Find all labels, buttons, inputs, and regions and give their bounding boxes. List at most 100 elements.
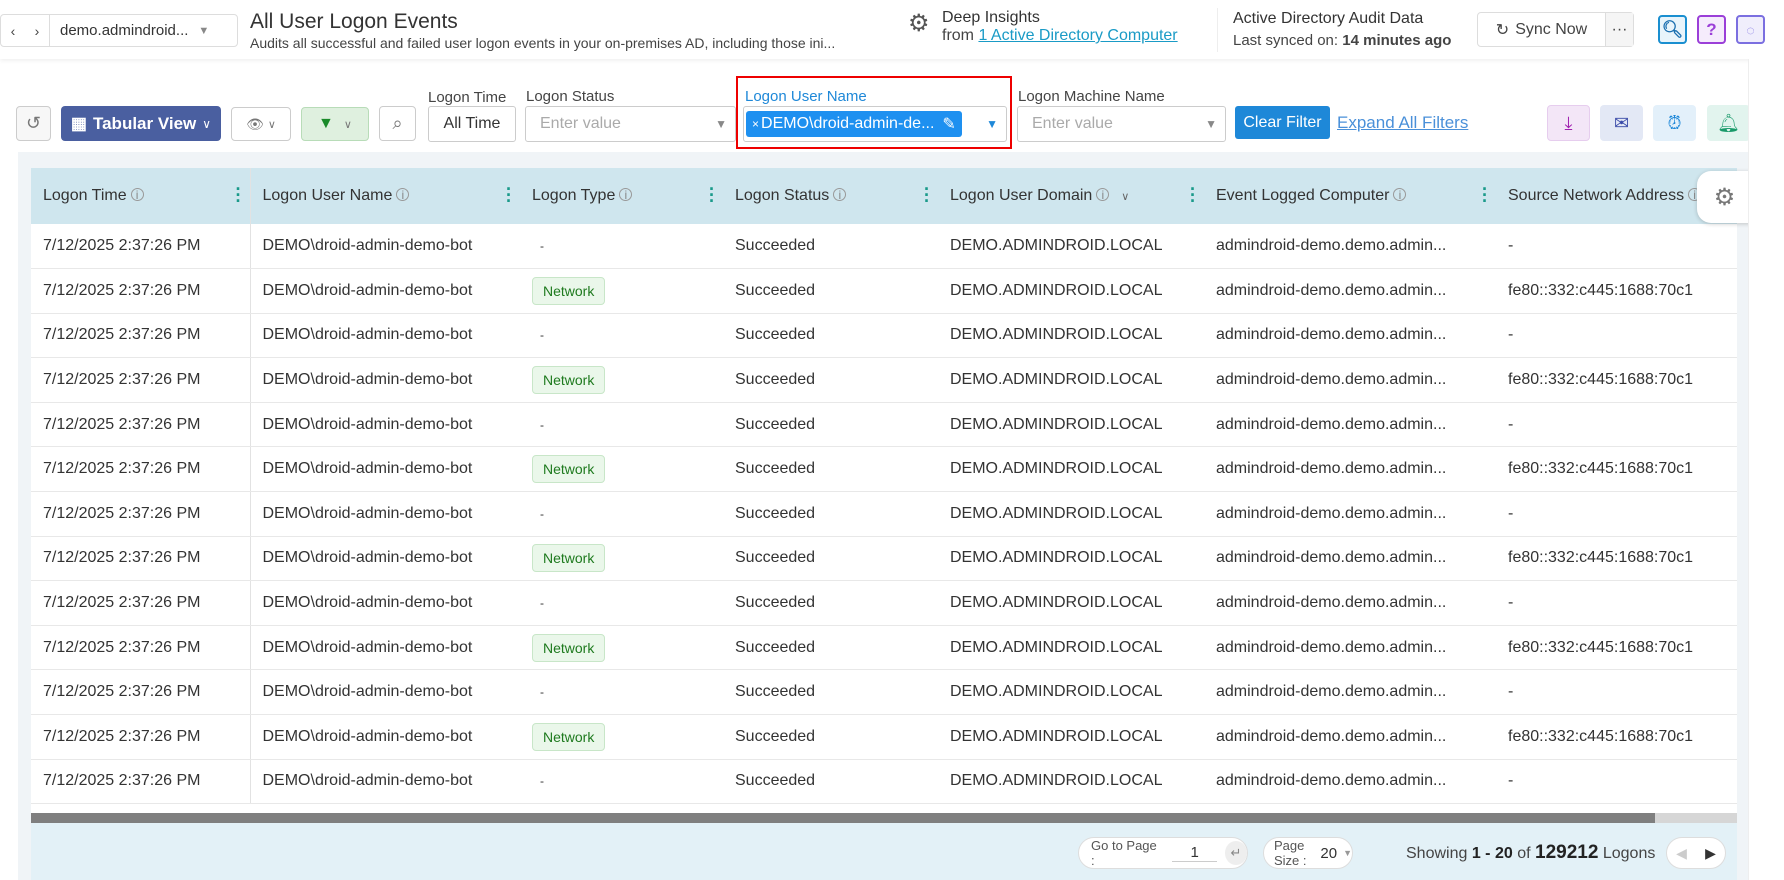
next-page-icon[interactable]: ▶	[1705, 845, 1716, 862]
table-cell: DEMO\droid-admin-demo-bot	[250, 669, 520, 716]
column-header[interactable]: Logon Time i · · ·	[31, 168, 251, 224]
export-button[interactable]: ⤓	[1547, 105, 1590, 141]
back-icon[interactable]: ‹	[1, 23, 25, 39]
table-row[interactable]: 7/12/2025 2:37:26 PM DEMO\droid-admin-dem…	[31, 580, 1737, 626]
table-cell: 7/12/2025 2:37:26 PM	[31, 714, 251, 760]
table-row[interactable]: 7/12/2025 2:37:26 PM DEMO\droid-admin-dem…	[31, 625, 1737, 671]
column-menu-icon[interactable]: · · ·	[924, 180, 930, 210]
page-title: All User Logon Events	[250, 10, 458, 33]
tenant-selector[interactable]: demo.admindroid... ▼	[49, 15, 237, 46]
info-icon[interactable]: i	[833, 188, 847, 201]
global-search-button[interactable]: 🔍︎	[1658, 15, 1687, 44]
insights-link[interactable]: 1 Active Directory Computer	[978, 27, 1177, 44]
refresh-icon: ↺	[25, 113, 42, 133]
schedule-button[interactable]: ⏰︎	[1653, 105, 1696, 141]
cell-text: -	[540, 239, 544, 254]
table-row[interactable]: 7/12/2025 2:37:26 PM DEMO\droid-admin-dem…	[31, 759, 1737, 805]
range: 1 - 20	[1471, 845, 1513, 862]
table-row[interactable]: 7/12/2025 2:37:26 PM DEMO\droid-admin-dem…	[31, 357, 1737, 403]
clear-filter-button[interactable]: Clear Filter	[1235, 106, 1330, 139]
info-icon[interactable]: i	[619, 188, 633, 201]
placeholder: Enter value	[540, 115, 621, 132]
chevron-down-icon[interactable]: ∨	[1121, 191, 1129, 203]
table-cell: Succeeded	[723, 446, 938, 493]
table-cell: fe80::332:c445:1688:70c1	[1496, 714, 1737, 760]
info-icon[interactable]: i	[1096, 188, 1110, 201]
table-cell: 7/12/2025 2:37:26 PM	[31, 759, 251, 805]
info-icon[interactable]: i	[396, 188, 410, 201]
pagination-footer: Go to Page : 1 ↵ Page Size : 20 ▼ Showin…	[31, 823, 1737, 880]
logon-machine-name-filter[interactable]: Enter value ▼	[1017, 106, 1226, 142]
page-input[interactable]: 1	[1172, 844, 1217, 862]
alert-button[interactable]: 🔔︎	[1707, 105, 1750, 141]
search-button[interactable]: ⌕	[379, 106, 416, 141]
column-header[interactable]: Logon User Domain i ∨ · · ·	[938, 168, 1204, 224]
logon-time-filter[interactable]: All Time	[428, 106, 516, 142]
table-cell: -	[1496, 402, 1737, 448]
cell-text: DEMO\droid-admin-demo-bot	[262, 549, 473, 567]
cell-text: -	[540, 596, 544, 611]
bell-icon: 🔔︎	[1717, 112, 1740, 133]
cell-text: DEMO.ADMINDROID.LOCAL	[950, 460, 1163, 478]
top-header: ‹ › demo.admindroid... ▼ All User Logon E…	[0, 0, 1784, 59]
expand-all-filters-link[interactable]: Expand All Filters	[1337, 113, 1468, 133]
forward-icon[interactable]: ›	[25, 23, 49, 39]
info-icon[interactable]: i	[1393, 188, 1407, 201]
table-cell: admindroid-demo.demo.admin...	[1204, 446, 1496, 493]
cell-text: admindroid-demo.demo.admin...	[1216, 460, 1447, 478]
page-size-selector[interactable]: Page Size : 20 ▼	[1263, 837, 1353, 869]
filter-button[interactable]: ▼ ∨	[301, 107, 369, 141]
table-row[interactable]: 7/12/2025 2:37:26 PM DEMO\droid-admin-dem…	[31, 669, 1737, 716]
table-row[interactable]: 7/12/2025 2:37:26 PM DEMO\droid-admin-dem…	[31, 536, 1737, 582]
horizontal-scrollbar[interactable]	[31, 813, 1737, 823]
table-row[interactable]: 7/12/2025 2:37:26 PM DEMO\droid-admin-dem…	[31, 268, 1737, 314]
sync-now-button[interactable]: ↻ Sync Now	[1478, 13, 1605, 46]
column-settings-button[interactable]: ⚙	[1697, 171, 1752, 223]
table-row[interactable]: 7/12/2025 2:37:26 PM DEMO\droid-admin-dem…	[31, 313, 1737, 359]
page-nav: ◀ ▶	[1666, 837, 1726, 869]
table-row[interactable]: 7/12/2025 2:37:26 PM DEMO\droid-admin-dem…	[31, 224, 1737, 270]
table-cell: Succeeded	[723, 224, 938, 270]
prev-page-icon[interactable]: ◀	[1676, 845, 1687, 862]
more-options-button[interactable]: ···	[1605, 13, 1633, 46]
cell-text: Succeeded	[735, 727, 816, 745]
column-header[interactable]: Event Logged Computer i · · ·	[1204, 168, 1496, 224]
table-row[interactable]: 7/12/2025 2:37:26 PM DEMO\droid-admin-dem…	[31, 491, 1737, 537]
table-cell: DEMO\droid-admin-demo-bot	[250, 446, 520, 493]
cell-text: 7/12/2025 2:37:26 PM	[43, 460, 201, 478]
table-row[interactable]: 7/12/2025 2:37:26 PM DEMO\droid-admin-dem…	[31, 714, 1737, 760]
table-row[interactable]: 7/12/2025 2:37:26 PM DEMO\droid-admin-dem…	[31, 402, 1737, 448]
cell-text: DEMO.ADMINDROID.LOCAL	[950, 638, 1163, 656]
cell-text: Succeeded	[735, 638, 816, 656]
column-header[interactable]: Logon Status i · · ·	[723, 168, 938, 224]
column-menu-icon[interactable]: · · ·	[1190, 180, 1196, 210]
task-status-button[interactable]: ◌	[1736, 15, 1765, 44]
table-cell: admindroid-demo.demo.admin...	[1204, 669, 1496, 716]
column-visibility-button[interactable]: 👁︎ ∨	[231, 107, 291, 141]
column-menu-icon[interactable]: · · ·	[709, 180, 715, 210]
table-row[interactable]: 7/12/2025 2:37:26 PM DEMO\droid-admin-dem…	[31, 446, 1737, 493]
column-menu-icon[interactable]: · · ·	[1482, 180, 1488, 210]
view-selector[interactable]: ▦ Tabular View ∨	[61, 106, 221, 141]
chevron-down-icon: ∨	[267, 118, 276, 131]
chevron-down-icon: ▼	[1205, 117, 1217, 131]
reset-button[interactable]: ↺	[16, 106, 51, 141]
column-menu-icon[interactable]: · · ·	[506, 180, 512, 210]
table-cell: 7/12/2025 2:37:26 PM	[31, 669, 251, 716]
table-cell: admindroid-demo.demo.admin...	[1204, 759, 1496, 805]
column-header[interactable]: Logon User Name i · · ·	[250, 168, 520, 224]
column-header[interactable]: Logon Type i · · ·	[520, 168, 723, 224]
email-report-button[interactable]: ✉	[1600, 105, 1643, 141]
cell-text: 7/12/2025 2:37:26 PM	[43, 371, 201, 389]
column-menu-icon[interactable]: · · ·	[236, 180, 242, 210]
logon-status-filter[interactable]: Enter value ▼	[525, 106, 736, 142]
enter-icon[interactable]: ↵	[1224, 841, 1247, 865]
help-button[interactable]: ?	[1697, 15, 1726, 44]
insights-from: from	[942, 27, 974, 44]
cell-text: fe80::332:c445:1688:70c1	[1508, 549, 1694, 567]
cell-text: DEMO\droid-admin-demo-bot	[262, 371, 473, 389]
table-cell: -	[1496, 759, 1737, 805]
scrollbar-thumb[interactable]	[31, 813, 1655, 823]
info-icon[interactable]: i	[130, 188, 144, 201]
cell-text: 7/12/2025 2:37:26 PM	[43, 594, 201, 612]
